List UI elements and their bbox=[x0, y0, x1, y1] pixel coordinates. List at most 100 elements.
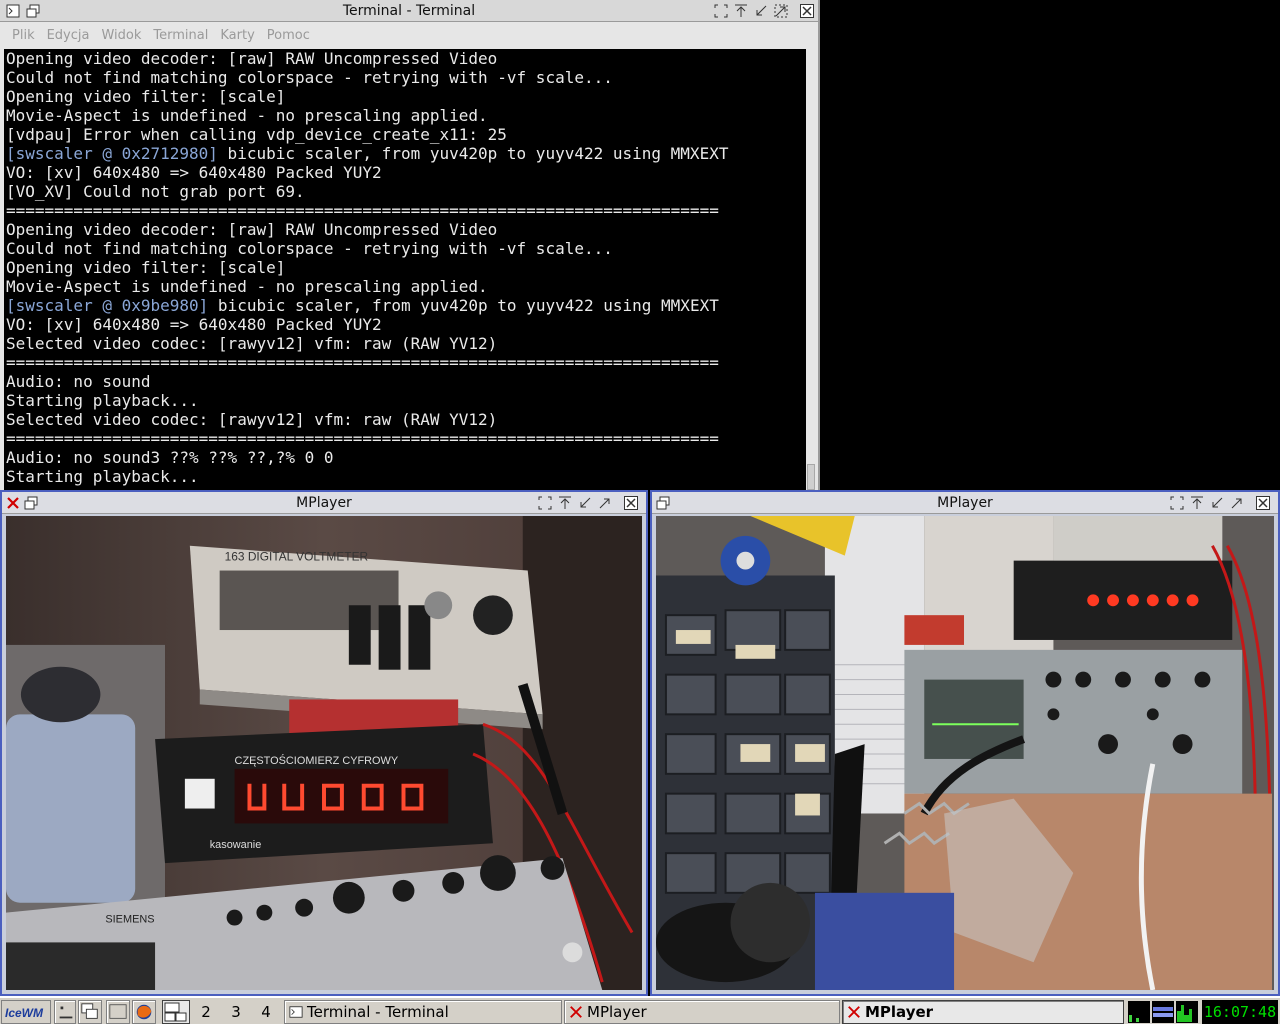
task-terminal-label: Terminal - Terminal bbox=[307, 1003, 449, 1021]
terminal-line-text: Opening video decoder: [raw] RAW Uncompr… bbox=[6, 220, 498, 239]
svg-text:SIEMENS: SIEMENS bbox=[105, 914, 154, 926]
cpu-monitor-icon[interactable] bbox=[1128, 1001, 1150, 1023]
terminal-line: Movie-Aspect is undefined - no prescalin… bbox=[6, 106, 808, 125]
maximize-icon[interactable] bbox=[598, 496, 612, 510]
taskbar: IceWM 2 3 4 Terminal - Terminal MPlayer … bbox=[0, 996, 1280, 1024]
terminal-line-text: Starting playback... bbox=[6, 467, 199, 486]
terminal-line: Could not find matching colorspace - ret… bbox=[6, 239, 808, 258]
terminal-titlebar[interactable]: Terminal - Terminal bbox=[0, 0, 818, 22]
clock[interactable]: 16:07:48 bbox=[1202, 1000, 1278, 1024]
close-icon[interactable] bbox=[800, 4, 814, 18]
terminal-line: Audio: no sound3 ??% ??% ??,?% 0 0 bbox=[6, 448, 808, 467]
minimize-icon[interactable] bbox=[1210, 496, 1224, 510]
terminal-line: [swscaler @ 0x2712980] bicubic scaler, f… bbox=[6, 144, 808, 163]
terminal-line: Opening video decoder: [raw] RAW Uncompr… bbox=[6, 49, 808, 68]
svg-text:kasowanie: kasowanie bbox=[210, 839, 262, 851]
mplayer-task-icon bbox=[848, 1006, 860, 1018]
terminal-line: Audio: no sound bbox=[6, 372, 808, 391]
video-frame-left[interactable]: 163 DIGITAL VOLTMETER CZĘSTOŚCIOMIERZ CY… bbox=[6, 516, 642, 990]
task-mplayer-2-label: MPlayer bbox=[865, 1003, 934, 1021]
raise-icon[interactable] bbox=[734, 4, 748, 18]
terminal-line: ========================================… bbox=[6, 353, 808, 372]
terminal-line-text: Audio: no sound bbox=[6, 372, 151, 391]
raise-icon[interactable] bbox=[1190, 496, 1204, 510]
terminal-line: [vdpau] Error when calling vdp_device_cr… bbox=[6, 125, 808, 144]
mplayer-window-right[interactable]: MPlayer bbox=[650, 490, 1280, 996]
task-mplayer-1-label: MPlayer bbox=[587, 1003, 647, 1021]
rollup-icon[interactable] bbox=[538, 496, 552, 510]
window-list-button[interactable] bbox=[78, 1000, 102, 1024]
terminal-line-text: VO: [xv] 640x480 => 640x480 Packed YUY2 bbox=[6, 163, 382, 182]
workspace-1[interactable] bbox=[162, 1000, 190, 1024]
menu-karty[interactable]: Karty bbox=[214, 24, 260, 43]
terminal-line-text: Could not find matching colorspace - ret… bbox=[6, 239, 613, 258]
terminal-line: Starting playback... bbox=[6, 391, 808, 410]
terminal-line: Starting playback... bbox=[6, 467, 808, 486]
terminal-output[interactable]: Opening video decoder: [raw] RAW Uncompr… bbox=[4, 49, 808, 490]
terminal-scrollbar[interactable] bbox=[806, 49, 816, 490]
terminal-line-text: [VO_XV] Could not grab port 69. bbox=[6, 182, 305, 201]
terminal-line-text: VO: [xv] 640x480 => 640x480 Packed YUY2 bbox=[6, 315, 382, 334]
terminal-line: Selected video codec: [rawyv12] vfm: raw… bbox=[6, 410, 808, 429]
memory-monitor-icon[interactable] bbox=[1176, 1001, 1198, 1023]
terminal-line-text: [vdpau] Error when calling vdp_device_cr… bbox=[6, 125, 507, 144]
terminal-line: Opening video filter: [scale] bbox=[6, 258, 808, 277]
menu-widok[interactable]: Widok bbox=[95, 24, 147, 43]
terminal-line: Opening video decoder: [raw] RAW Uncompr… bbox=[6, 220, 808, 239]
icewm-logo-icon: IceWM bbox=[2, 1001, 50, 1023]
terminal-line-text: bicubic scaler, from yuv420p to yuyv422 … bbox=[217, 144, 729, 163]
terminal-line-text: Movie-Aspect is undefined - no prescalin… bbox=[6, 106, 488, 125]
close-icon[interactable] bbox=[624, 496, 638, 510]
svg-text:163 DIGITAL VOLTMETER: 163 DIGITAL VOLTMETER bbox=[225, 550, 369, 564]
menu-edycja[interactable]: Edycja bbox=[41, 24, 96, 43]
start-button[interactable]: IceWM bbox=[1, 1000, 51, 1024]
video-frame-right[interactable] bbox=[656, 516, 1274, 990]
maximize-icon[interactable] bbox=[774, 4, 788, 18]
rollup-icon[interactable] bbox=[1170, 496, 1184, 510]
close-icon[interactable] bbox=[1256, 496, 1270, 510]
workspace-3[interactable]: 3 bbox=[222, 1000, 250, 1024]
mplayer-window-left[interactable]: MPlayer 163 DIGITAL VOLTMETER CZĘSTOŚCIO… bbox=[0, 490, 648, 996]
raise-icon[interactable] bbox=[558, 496, 572, 510]
terminal-line-text: bicubic scaler, from yuv420p to yuyv422 … bbox=[208, 296, 719, 315]
terminal-task-icon bbox=[289, 1006, 303, 1018]
firefox-launcher[interactable] bbox=[132, 1000, 156, 1024]
terminal-line: Could not find matching colorspace - ret… bbox=[6, 68, 808, 87]
svg-text:CZĘSTOŚCIOMIERZ CYFROWY: CZĘSTOŚCIOMIERZ CYFROWY bbox=[235, 754, 399, 767]
maximize-icon[interactable] bbox=[1230, 496, 1244, 510]
network-monitor-icon[interactable] bbox=[1152, 1001, 1174, 1023]
terminal-launcher[interactable] bbox=[106, 1000, 130, 1024]
terminal-line-text: Audio: no sound3 ??% ??% ??,?% 0 0 bbox=[6, 448, 334, 467]
scrollbar-thumb[interactable] bbox=[807, 464, 815, 490]
task-mplayer-1[interactable]: MPlayer bbox=[564, 1000, 840, 1024]
workspace-2[interactable]: 2 bbox=[192, 1000, 220, 1024]
minimize-all-icon bbox=[59, 1006, 73, 1019]
terminal-line: [VO_XV] Could not grab port 69. bbox=[6, 182, 808, 201]
terminal-text: Opening video decoder: [raw] RAW Uncompr… bbox=[4, 49, 808, 486]
show-desktop-button[interactable] bbox=[54, 1000, 76, 1024]
mplayer-right-titlebar[interactable]: MPlayer bbox=[652, 492, 1278, 514]
task-terminal[interactable]: Terminal - Terminal bbox=[284, 1000, 562, 1024]
terminal-line-text: Selected video codec: [rawyv12] vfm: raw… bbox=[6, 410, 498, 429]
terminal-line-text: Opening video filter: [scale] bbox=[6, 87, 286, 106]
workspace-4[interactable]: 4 bbox=[252, 1000, 280, 1024]
terminal-line-text: ========================================… bbox=[6, 201, 719, 220]
minimize-icon[interactable] bbox=[578, 496, 592, 510]
menu-plik[interactable]: Plik bbox=[0, 24, 41, 43]
terminal-line: VO: [xv] 640x480 => 640x480 Packed YUY2 bbox=[6, 315, 808, 334]
terminal-window[interactable]: Terminal - Terminal Plik Edycja Widok Termi… bbox=[0, 0, 820, 490]
menu-terminal[interactable]: Terminal bbox=[147, 24, 214, 43]
terminal-line-text: Selected video codec: [rawyv12] vfm: raw… bbox=[6, 334, 498, 353]
firefox-icon bbox=[136, 1004, 152, 1020]
windows-icon bbox=[81, 1003, 98, 1019]
terminal-line-text: Opening video filter: [scale] bbox=[6, 258, 286, 277]
svg-text:IceWM: IceWM bbox=[5, 1006, 44, 1020]
terminal-line-text: Could not find matching colorspace - ret… bbox=[6, 68, 613, 87]
terminal-line: Selected video codec: [rawyv12] vfm: raw… bbox=[6, 334, 808, 353]
mplayer-left-titlebar[interactable]: MPlayer bbox=[2, 492, 646, 514]
terminal-line: [swscaler @ 0x9be980] bicubic scaler, fr… bbox=[6, 296, 808, 315]
menu-pomoc[interactable]: Pomoc bbox=[261, 24, 316, 43]
minimize-icon[interactable] bbox=[754, 4, 768, 18]
task-mplayer-2[interactable]: MPlayer bbox=[842, 1000, 1124, 1024]
rollup-icon[interactable] bbox=[714, 4, 728, 18]
